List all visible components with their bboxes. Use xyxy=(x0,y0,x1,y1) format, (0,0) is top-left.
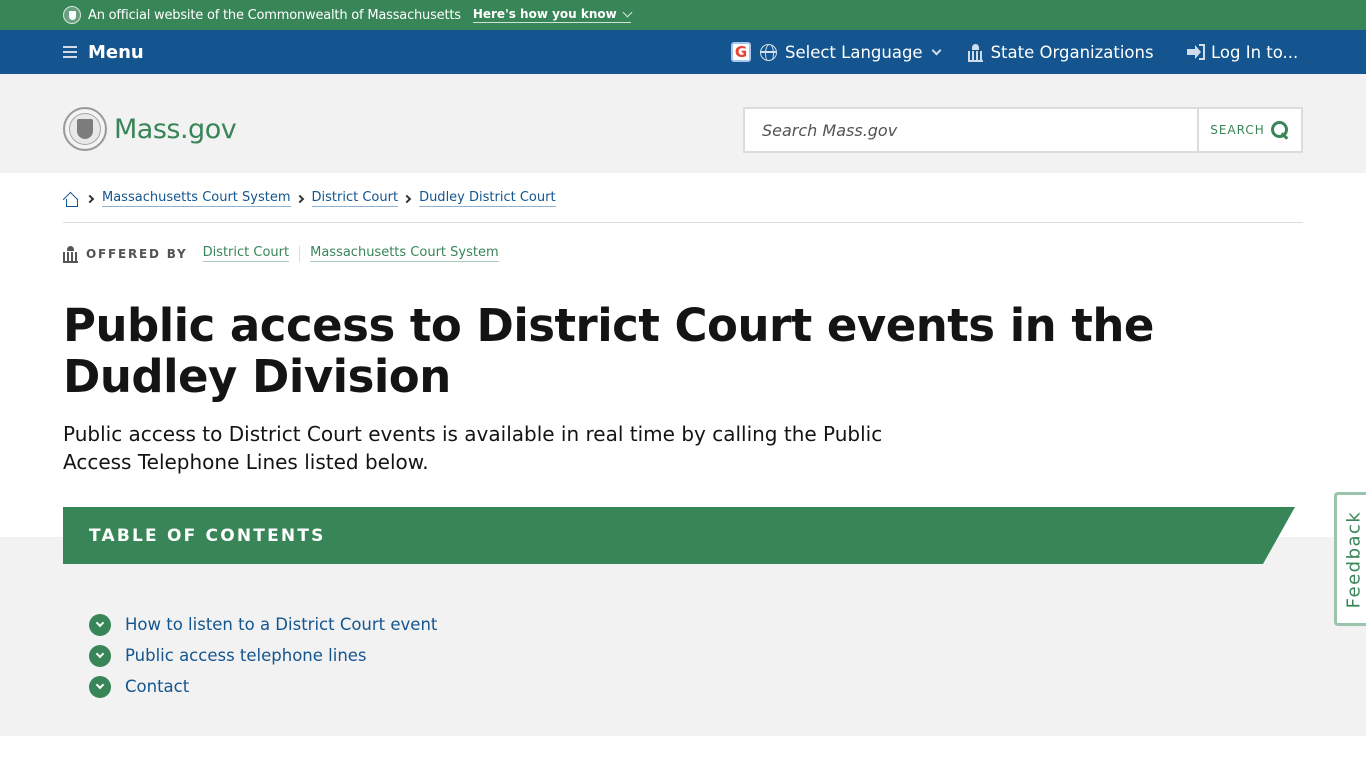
offered-by-label: OFFERED BY xyxy=(86,246,188,261)
language-select[interactable]: Select Language xyxy=(760,42,942,62)
toc-link[interactable]: Public access telephone lines xyxy=(125,646,367,665)
breadcrumb: Massachusetts Court System District Cour… xyxy=(63,190,556,207)
breadcrumb-link[interactable]: District Court xyxy=(311,190,399,207)
chevron-down-icon xyxy=(622,7,633,17)
how-you-know-label: Here's how you know xyxy=(472,7,617,21)
toc-list: How to listen to a District Court event … xyxy=(89,609,437,702)
offered-by-link[interactable]: Massachusetts Court System xyxy=(310,245,499,262)
state-organizations-label: State Organizations xyxy=(990,42,1154,62)
feedback-tab[interactable]: Feedback xyxy=(1334,492,1366,626)
offered-by-separator xyxy=(299,245,301,262)
offered-by-link[interactable]: District Court xyxy=(202,245,290,262)
utility-actions: G Select Language State Organizations xyxy=(731,30,1154,74)
page-lede: Public access to District Court events i… xyxy=(63,422,883,474)
chevron-down-circle-icon xyxy=(89,613,111,636)
login-button[interactable]: Log In to... xyxy=(1187,30,1298,74)
state-seal-icon xyxy=(63,107,107,151)
state-organizations-button[interactable]: State Organizations xyxy=(940,43,1154,62)
offered-by: OFFERED BY District Court Massachusetts … xyxy=(63,245,499,263)
hamburger-icon xyxy=(63,46,77,58)
search-input[interactable] xyxy=(745,109,1197,151)
utility-nav: Menu G Select Language State Organizatio… xyxy=(0,30,1366,74)
globe-icon xyxy=(760,43,777,61)
menu-label: Menu xyxy=(88,41,144,63)
feedback-label: Feedback xyxy=(1343,510,1365,608)
breadcrumb-link[interactable]: Massachusetts Court System xyxy=(102,190,291,207)
breadcrumb-divider xyxy=(63,222,1303,223)
breadcrumb-link[interactable]: Dudley District Court xyxy=(419,190,556,207)
search-form: SEARCH xyxy=(743,107,1303,153)
mass-gov-logo[interactable]: Mass.gov xyxy=(63,107,237,151)
menu-button[interactable]: Menu xyxy=(63,42,144,63)
chevron-right-icon xyxy=(402,194,412,203)
chevron-right-icon xyxy=(295,194,304,203)
chevron-right-icon xyxy=(85,194,95,203)
search-button-label: SEARCH xyxy=(1210,123,1265,137)
toc-item[interactable]: How to listen to a District Court event xyxy=(89,609,437,640)
sign-in-icon xyxy=(1187,44,1205,60)
official-banner: An official website of the Commonwealth … xyxy=(0,0,1366,30)
official-banner-text: An official website of the Commonwealth … xyxy=(88,7,461,23)
page-title: Public access to District Court events i… xyxy=(63,299,1154,403)
toc-link[interactable]: How to listen to a District Court event xyxy=(125,615,437,634)
search-button[interactable]: SEARCH xyxy=(1197,109,1301,151)
toc-heading: TABLE OF CONTENTS xyxy=(63,507,1295,564)
chevron-down-circle-icon xyxy=(89,644,111,667)
site-header: Mass.gov SEARCH xyxy=(0,74,1366,173)
how-you-know-toggle[interactable]: Here's how you know xyxy=(472,7,633,23)
home-icon[interactable] xyxy=(63,192,79,207)
language-label: Select Language xyxy=(785,42,923,62)
chevron-down-circle-icon xyxy=(89,675,111,698)
toc-item[interactable]: Contact xyxy=(89,671,437,702)
toc-link[interactable]: Contact xyxy=(125,677,189,696)
state-seal-icon xyxy=(63,6,81,24)
google-translate-icon: G xyxy=(731,42,751,62)
capitol-building-icon xyxy=(63,246,78,263)
search-icon xyxy=(1270,120,1290,140)
login-label: Log In to... xyxy=(1211,42,1299,62)
toc-item[interactable]: Public access telephone lines xyxy=(89,640,437,671)
capitol-building-icon xyxy=(967,44,983,62)
logo-text: Mass.gov xyxy=(114,113,237,145)
